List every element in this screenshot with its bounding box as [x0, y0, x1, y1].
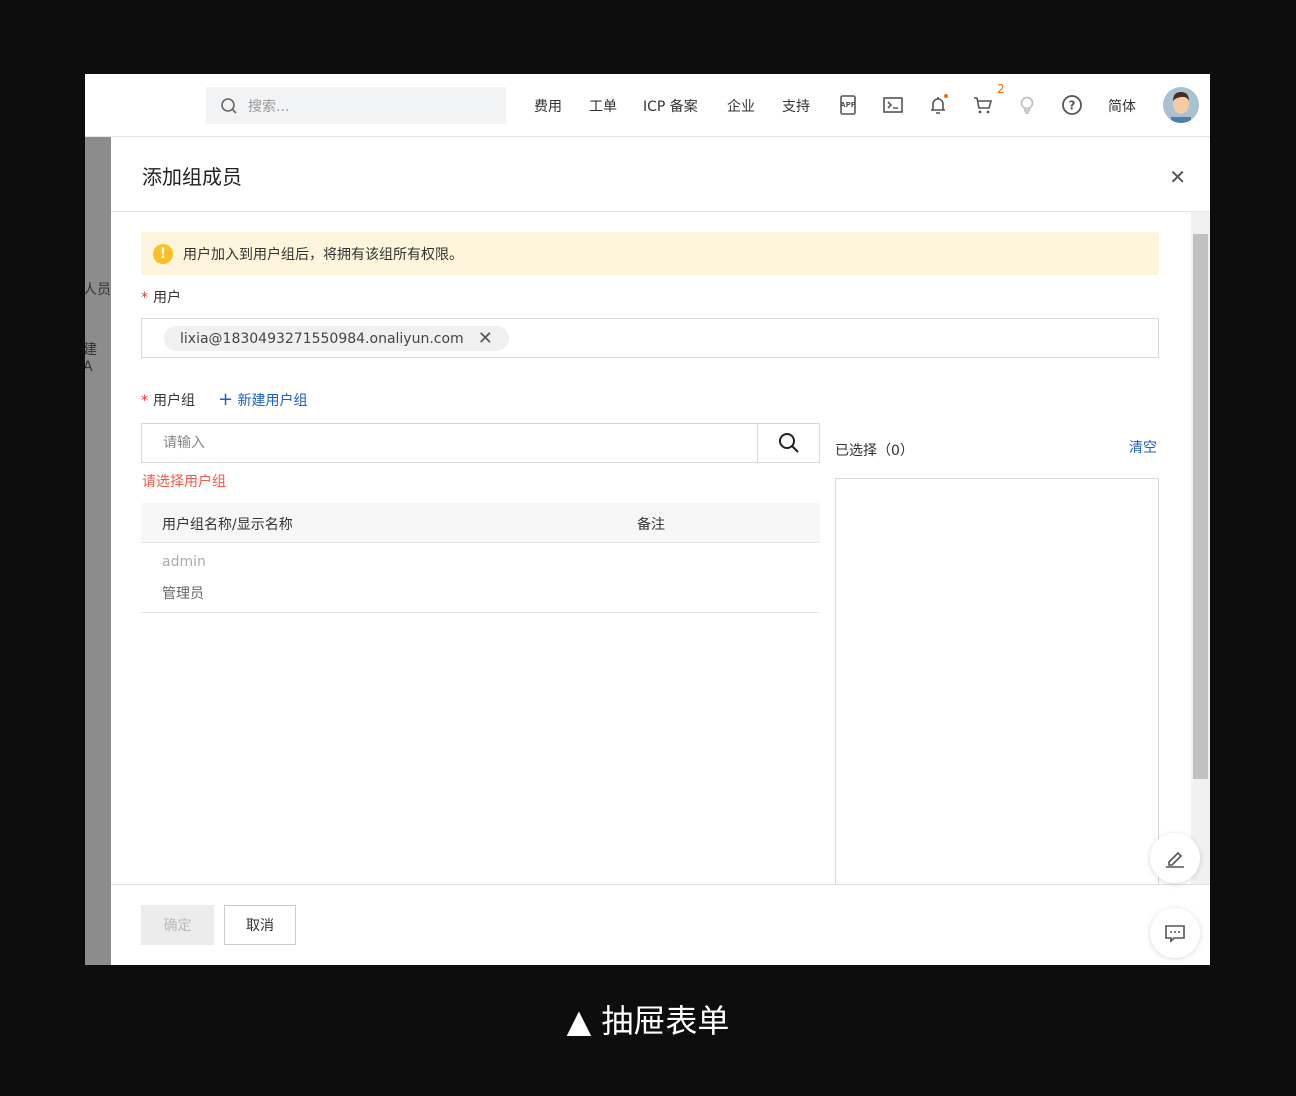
- terminal-icon[interactable]: [881, 93, 905, 117]
- clear-button[interactable]: 清空: [1129, 437, 1157, 457]
- column-note: 备注: [637, 517, 665, 533]
- drawer-footer: 确定 取消: [111, 884, 1210, 965]
- console-window: 搜索... 费用 工单 ICP 备案 企业 支持 APP 2 ? 简体 人员 建…: [85, 74, 1210, 965]
- plus-icon: +: [218, 389, 234, 410]
- table-row[interactable]: admin 管理员: [141, 543, 820, 613]
- cart-icon[interactable]: [971, 93, 995, 117]
- user-tag-text: lixia@1830493271550984.onaliyun.com: [180, 330, 464, 347]
- nav-enterprise[interactable]: 企业: [727, 96, 755, 116]
- info-alert: ! 用户加入到用户组后，将拥有该组所有权限。: [141, 232, 1159, 275]
- background-text: 人员: [85, 282, 111, 298]
- cart-count: 2: [997, 82, 1005, 96]
- validation-error: 请选择用户组: [142, 474, 226, 490]
- user-label: * 用户: [141, 290, 181, 306]
- group-search-button[interactable]: [757, 424, 819, 462]
- group-search-input[interactable]: 请输入: [142, 424, 757, 462]
- language-switch[interactable]: 简体: [1108, 96, 1136, 116]
- warning-icon: !: [153, 243, 173, 264]
- search-icon: [778, 433, 799, 453]
- selected-list: [835, 478, 1159, 898]
- user-tag: lixia@1830493271550984.onaliyun.com ✕: [164, 326, 509, 351]
- group-search: 请输入: [141, 423, 820, 463]
- selected-count: 已选择（0）: [835, 443, 914, 459]
- drawer-header: 添加组成员 ✕: [111, 137, 1210, 212]
- remove-tag-icon[interactable]: ✕: [478, 328, 493, 349]
- nav-icp[interactable]: ICP 备案: [643, 96, 698, 116]
- nav-support[interactable]: 支持: [782, 96, 810, 116]
- top-bar: 搜索... 费用 工单 ICP 备案 企业 支持 APP 2 ? 简体: [85, 74, 1210, 137]
- close-icon[interactable]: ✕: [1169, 165, 1186, 189]
- scrollbar[interactable]: [1191, 212, 1210, 885]
- scrollbar-thumb[interactable]: [1193, 234, 1208, 779]
- drawer-title: 添加组成员: [142, 165, 242, 189]
- ok-button[interactable]: 确定: [141, 905, 214, 945]
- caption: ▲ 抽屉表单: [566, 1002, 730, 1040]
- feedback-button[interactable]: [1150, 908, 1200, 958]
- pencil-icon: [1166, 851, 1184, 868]
- group-name: admin: [162, 554, 206, 570]
- column-name: 用户组名称/显示名称: [162, 517, 293, 533]
- app-icon[interactable]: APP: [836, 93, 860, 117]
- search-placeholder: 搜索...: [248, 98, 290, 115]
- search-icon: [221, 97, 237, 114]
- group-label-text: 用户组: [153, 393, 195, 409]
- alert-text: 用户加入到用户组后，将拥有该组所有权限。: [183, 246, 463, 263]
- group-display-name: 管理员: [162, 586, 204, 602]
- chat-icon: [1165, 925, 1185, 943]
- user-select[interactable]: lixia@1830493271550984.onaliyun.com ✕: [141, 318, 1159, 358]
- avatar[interactable]: [1163, 87, 1199, 123]
- group-label: * 用户组: [141, 393, 195, 409]
- new-group-text: 新建用户组: [237, 393, 308, 409]
- lightbulb-icon[interactable]: [1015, 93, 1039, 117]
- new-group-link[interactable]: + 新建用户组: [218, 389, 308, 410]
- nav-fees[interactable]: 费用: [534, 96, 562, 116]
- cancel-button[interactable]: 取消: [224, 905, 296, 945]
- background-text: 建 A: [85, 342, 97, 375]
- user-label-text: 用户: [153, 290, 181, 306]
- help-icon[interactable]: ?: [1060, 93, 1084, 117]
- avatar-face-icon: [1171, 92, 1191, 123]
- background-page: 人员 建 A: [85, 137, 111, 965]
- svg-text:?: ?: [1069, 99, 1076, 113]
- table-header: 用户组名称/显示名称 备注: [141, 503, 820, 543]
- svg-text:APP: APP: [840, 101, 856, 109]
- nav-tickets[interactable]: 工单: [589, 96, 617, 116]
- bell-icon[interactable]: [926, 93, 950, 117]
- add-group-member-drawer: 添加组成员 ✕ ! 用户加入到用户组后，将拥有该组所有权限。 * 用户 lixia…: [111, 137, 1210, 965]
- edit-button[interactable]: [1150, 833, 1200, 883]
- search-input[interactable]: 搜索...: [206, 87, 506, 124]
